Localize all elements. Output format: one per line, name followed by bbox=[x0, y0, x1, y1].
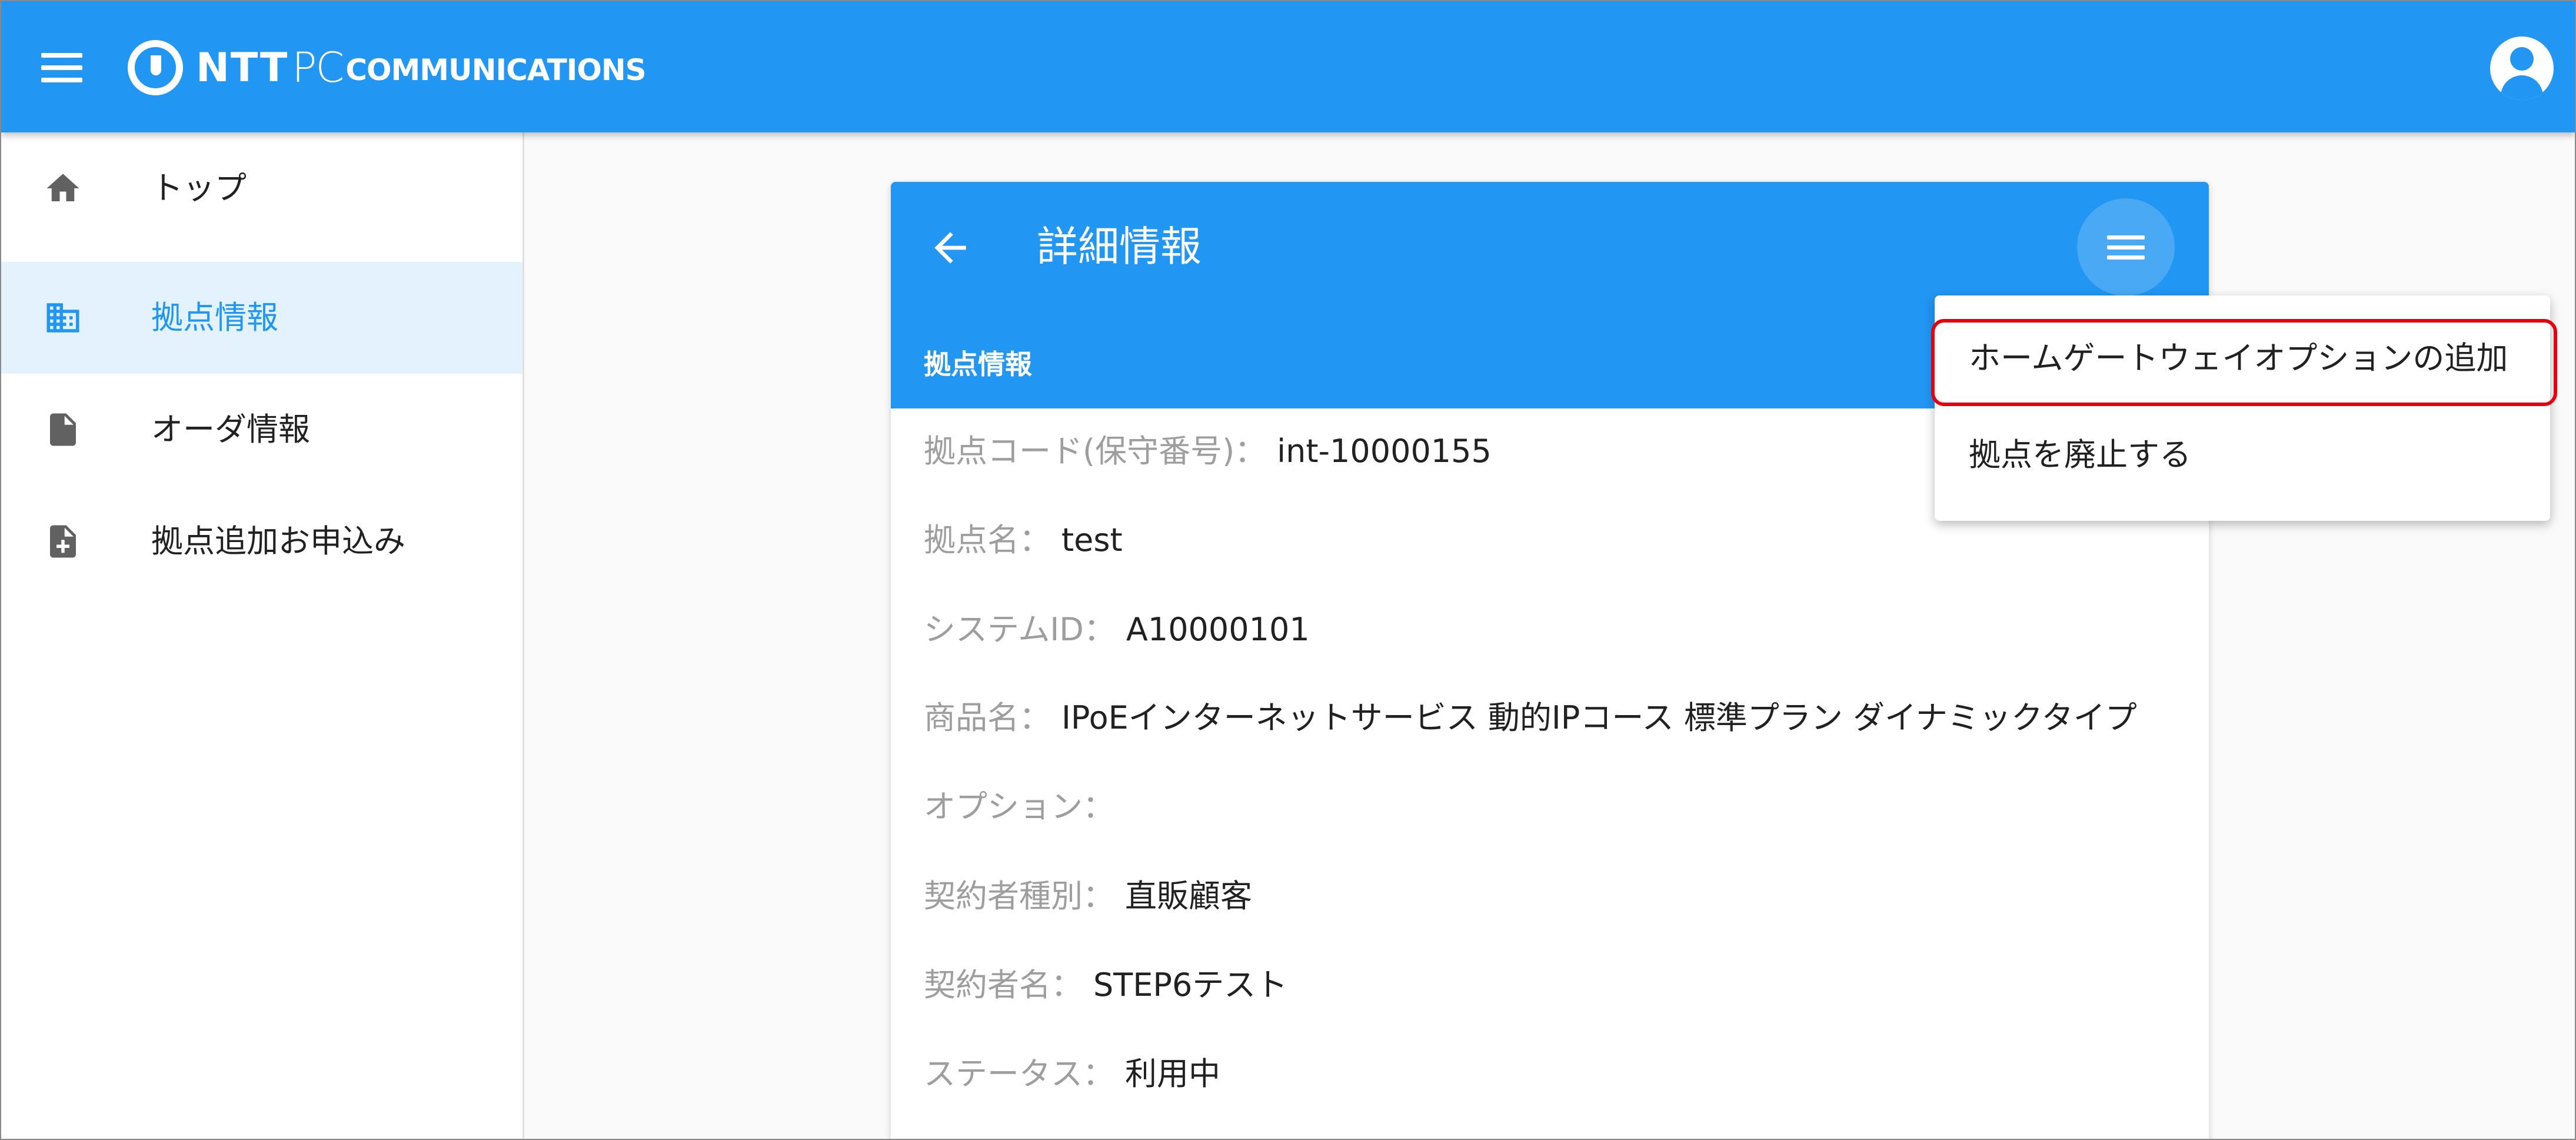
detail-label: 契約者種別： bbox=[924, 878, 1114, 915]
document-icon bbox=[50, 413, 76, 446]
sidebar-item-site-add-application[interactable]: 拠点追加お申込み bbox=[1, 486, 522, 597]
detail-row-product-name: 商品名： IPoEインターネットサービス 動的IPコース 標準プラン ダイナミック… bbox=[924, 692, 2137, 745]
home-icon bbox=[46, 174, 79, 201]
highlight-annotation-box bbox=[1931, 319, 2557, 406]
detail-label: 拠点コード(保守番号)： bbox=[924, 433, 1267, 470]
sidebar-item-label: オーダ情報 bbox=[151, 411, 310, 448]
logo-ntt-text: NTT bbox=[196, 44, 289, 91]
menu-icon[interactable] bbox=[41, 53, 82, 82]
logo-mark-icon bbox=[128, 40, 183, 95]
detail-row-contractor-name: 契約者名： STEP6テスト bbox=[924, 959, 1287, 1012]
app-bar: NTT PC COMMUNICATIONS bbox=[1, 1, 2575, 132]
logo-pc-text: PC bbox=[292, 44, 344, 92]
detail-value: int-10000155 bbox=[1277, 433, 1492, 470]
section-title: 拠点情報 bbox=[924, 348, 1032, 380]
account-circle-icon[interactable] bbox=[2490, 36, 2554, 100]
menu-icon[interactable] bbox=[2077, 198, 2175, 296]
detail-row-status: ステータス： 利用中 bbox=[924, 1048, 1220, 1101]
detail-label: 契約者名： bbox=[924, 966, 1083, 1003]
sidebar-item-label: 拠点情報 bbox=[151, 299, 278, 336]
detail-row-site-name: 拠点名： test bbox=[924, 514, 1123, 567]
sidebar-item-label: 拠点追加お申込み bbox=[151, 523, 405, 560]
detail-label: システムID： bbox=[924, 611, 1116, 648]
detail-value: 利用中 bbox=[1125, 1055, 1220, 1092]
app-window: NTT PC COMMUNICATIONS トップ 拠点情報 オーダ情報 拠点追… bbox=[0, 0, 2576, 1140]
detail-value: IPoEインターネットサービス 動的IPコース 標準プラン ダイナミックタイプ bbox=[1061, 699, 2137, 736]
detail-label: 商品名： bbox=[924, 699, 1051, 736]
company-logo[interactable]: NTT PC COMMUNICATIONS bbox=[128, 35, 647, 100]
card-title: 詳細情報 bbox=[1037, 222, 1202, 271]
menu-item-abolish-site[interactable]: 拠点を廃止する bbox=[1969, 423, 2191, 487]
detail-value: 直販顧客 bbox=[1125, 878, 1252, 915]
detail-value: STEP6テスト bbox=[1093, 966, 1288, 1003]
building-icon bbox=[46, 303, 79, 333]
arrow-left-icon[interactable] bbox=[926, 224, 974, 271]
sidebar: トップ 拠点情報 オーダ情報 拠点追加お申込み bbox=[1, 132, 524, 1139]
detail-label: 拠点名： bbox=[924, 521, 1051, 559]
detail-value: test bbox=[1061, 521, 1123, 559]
detail-row-site-code: 拠点コード(保守番号)： int-10000155 bbox=[924, 425, 1492, 478]
detail-row-system-id: システムID： A10000101 bbox=[924, 603, 1310, 656]
sidebar-item-label: トップ bbox=[151, 169, 247, 207]
sidebar-item-order-info[interactable]: オーダ情報 bbox=[1, 374, 522, 486]
detail-value: A10000101 bbox=[1126, 611, 1310, 648]
logo-communications-text: COMMUNICATIONS bbox=[345, 53, 646, 87]
sidebar-item-top[interactable]: トップ bbox=[1, 132, 522, 244]
detail-label: ステータス： bbox=[924, 1055, 1114, 1092]
detail-row-option: オプション： bbox=[924, 780, 1125, 833]
detail-row-contractor-type: 契約者種別： 直販顧客 bbox=[924, 870, 1252, 923]
sidebar-item-site-info[interactable]: 拠点情報 bbox=[1, 262, 522, 374]
document-add-icon bbox=[50, 525, 76, 558]
detail-label: オプション： bbox=[924, 788, 1114, 825]
